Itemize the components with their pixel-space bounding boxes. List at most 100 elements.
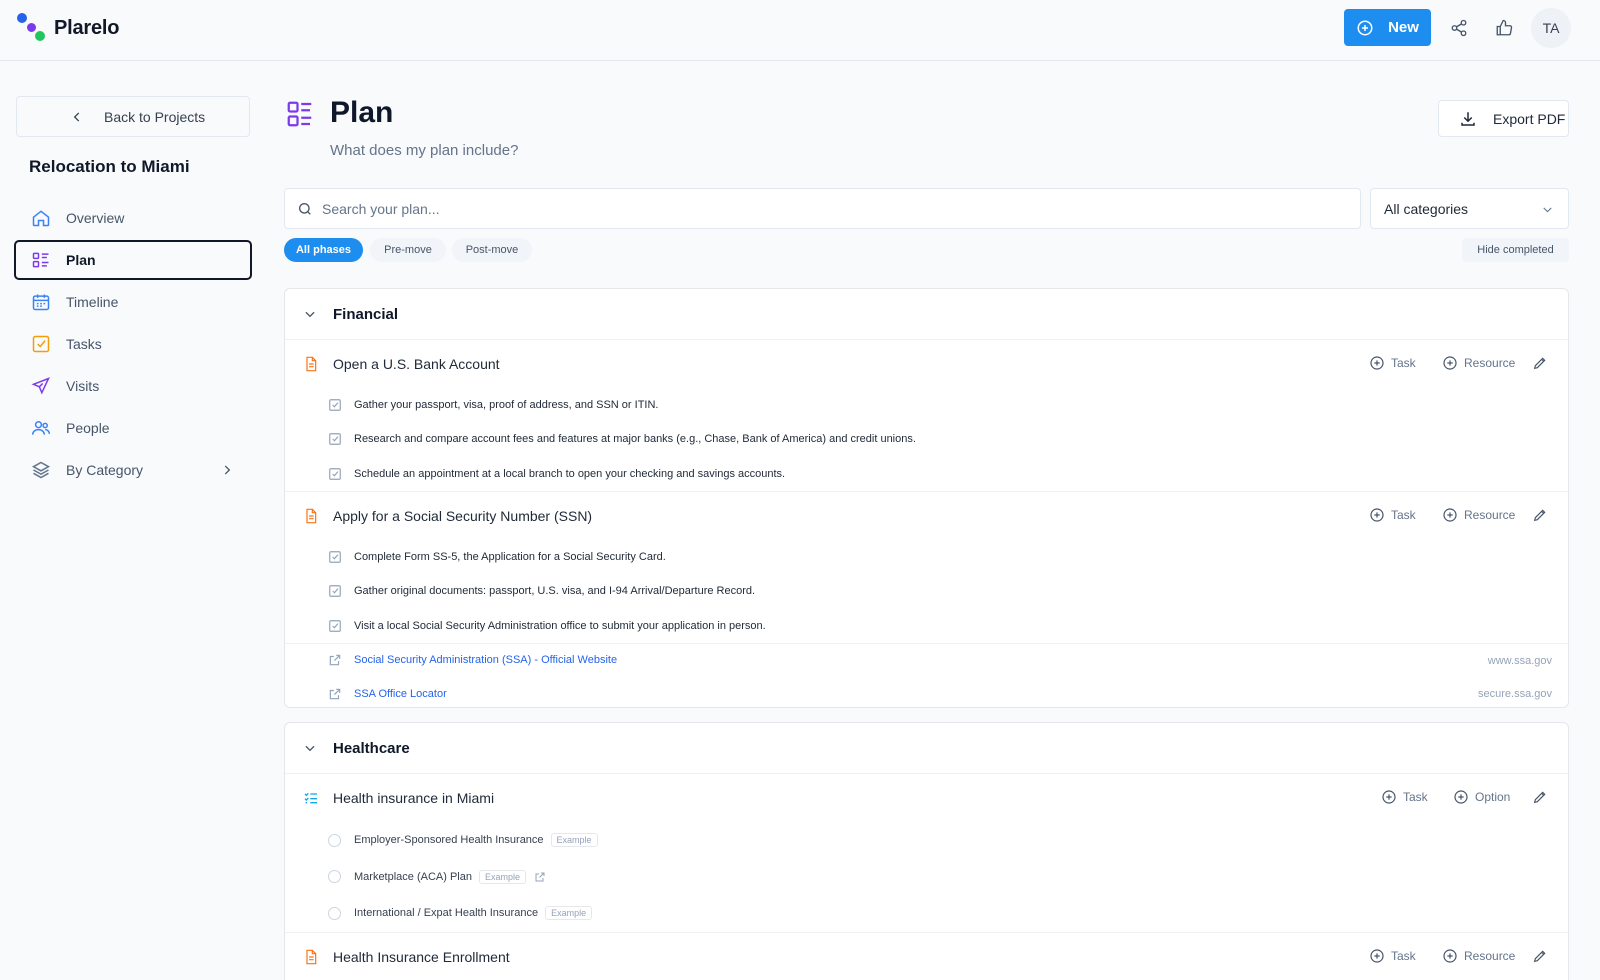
plus-circle-icon	[1370, 508, 1384, 522]
pencil-icon[interactable]	[1532, 789, 1548, 805]
task-row[interactable]: Schedule an appointment at a local branc…	[285, 457, 1568, 491]
sidebar-item-overview[interactable]: Overview	[14, 198, 252, 238]
option-row[interactable]: Employer-Sponsored Health Insurance Exam…	[285, 822, 1568, 859]
resource-row[interactable]: Social Security Administration (SSA) - O…	[285, 642, 1568, 677]
add-task-label: Task	[1403, 790, 1428, 804]
plus-circle-icon	[1382, 790, 1396, 804]
phase-chip-pre-move[interactable]: Pre-move	[370, 238, 446, 262]
plan-item-title: Health Insurance Enrollment	[333, 948, 510, 965]
sidebar-item-plan[interactable]: Plan	[14, 240, 252, 280]
section-header-financial[interactable]: Financial	[285, 289, 1568, 340]
phase-chip-all[interactable]: All phases	[284, 238, 363, 262]
pencil-icon[interactable]	[1532, 507, 1548, 523]
sidebar-item-by-category[interactable]: By Category	[14, 450, 252, 490]
add-task-button[interactable]: Task	[1369, 355, 1416, 371]
sidebar-item-label: Timeline	[66, 294, 119, 310]
add-task-button[interactable]: Task	[1369, 948, 1416, 964]
add-option-label: Option	[1475, 790, 1511, 804]
checkbox-icon[interactable]	[328, 432, 342, 446]
resource-link[interactable]: Social Security Administration (SSA) - O…	[354, 654, 617, 666]
sidebar-item-timeline[interactable]: Timeline	[14, 282, 252, 322]
hide-completed-toggle[interactable]: Hide completed	[1462, 238, 1569, 262]
add-resource-button[interactable]: Resource	[1442, 948, 1515, 964]
external-link-icon[interactable]	[534, 871, 546, 883]
plan-list-icon	[285, 99, 315, 129]
radio-button[interactable]	[328, 870, 341, 884]
example-tag: Example	[479, 869, 527, 884]
task-row[interactable]: Gather your passport, visa, proof of add…	[285, 388, 1568, 422]
radio-button[interactable]	[328, 906, 341, 920]
chevron-right-icon	[224, 465, 231, 475]
list-icon	[30, 249, 52, 271]
checkbox-icon[interactable]	[328, 550, 342, 564]
checkbox-icon[interactable]	[328, 584, 342, 598]
export-pdf-label: Export PDF	[1493, 110, 1566, 127]
plus-circle-icon	[1443, 948, 1457, 963]
option-row[interactable]: Marketplace (ACA) Plan Example	[285, 859, 1568, 896]
resource-row[interactable]: SSA Office Locator secure.ssa.gov	[285, 677, 1568, 707]
plan-item[interactable]: Health insurance in Miami Task Option	[285, 774, 1568, 822]
export-pdf-button[interactable]: Export PDF	[1438, 100, 1569, 137]
search-box	[284, 188, 1361, 229]
plan-item-title: Apply for a Social Security Number (SSN)	[333, 507, 593, 524]
add-option-button[interactable]: Option	[1453, 789, 1510, 805]
section-title: Healthcare	[333, 739, 410, 757]
phase-chip-post-move[interactable]: Post-move	[452, 238, 532, 262]
share-icon[interactable]	[1447, 16, 1471, 40]
category-select[interactable]: All categories	[1370, 188, 1569, 229]
category-select-value: All categories	[1384, 200, 1469, 217]
section-header-healthcare[interactable]: Healthcare	[285, 723, 1568, 774]
check-square-icon	[30, 333, 52, 355]
add-resource-button[interactable]: Resource	[1442, 507, 1515, 523]
resource-link[interactable]: SSA Office Locator	[354, 688, 447, 700]
thumbs-up-icon[interactable]	[1492, 16, 1516, 40]
search-input[interactable]	[322, 200, 1222, 217]
add-resource-label: Resource	[1464, 356, 1516, 370]
sidebar-item-label: By Category	[66, 462, 144, 478]
plan-item[interactable]: Health Insurance Enrollment Task Resourc…	[285, 933, 1568, 980]
plan-item[interactable]: Apply for a Social Security Number (SSN)…	[285, 492, 1568, 540]
logo[interactable]: Plarelo	[16, 12, 120, 44]
task-row[interactable]: Gather original documents: passport, U.S…	[285, 574, 1568, 608]
chevron-left-icon	[73, 111, 80, 122]
plus-circle-icon	[1443, 508, 1457, 522]
avatar[interactable]: TA	[1531, 8, 1571, 48]
sidebar-item-visits[interactable]: Visits	[14, 366, 252, 406]
task-text: Research and compare account fees and fe…	[354, 433, 916, 446]
back-to-projects-button[interactable]: Back to Projects	[16, 96, 250, 137]
checkbox-icon[interactable]	[328, 398, 342, 412]
plan-item[interactable]: Open a U.S. Bank Account Task Resource	[285, 340, 1568, 388]
sidebar-item-label: Overview	[66, 210, 125, 226]
project-title: Relocation to Miami	[29, 157, 190, 176]
task-text: Complete Form SS-5, the Application for …	[354, 551, 666, 564]
sidebar-item-tasks[interactable]: Tasks	[14, 324, 252, 364]
add-resource-button[interactable]: Resource	[1442, 355, 1515, 371]
page-subtitle: What does my plan include?	[330, 142, 519, 159]
document-icon	[303, 356, 319, 372]
task-text: Schedule an appointment at a local branc…	[354, 467, 786, 480]
search-icon	[299, 202, 311, 215]
external-link-icon	[328, 687, 342, 701]
chevron-down-icon	[305, 311, 315, 318]
example-tag: Example	[550, 833, 598, 848]
section-title: Financial	[333, 305, 399, 323]
sidebar-item-people[interactable]: People	[14, 408, 252, 448]
option-row[interactable]: International / Expat Health Insurance E…	[285, 895, 1568, 932]
task-row[interactable]: Visit a local Social Security Administra…	[285, 608, 1568, 642]
task-row[interactable]: Research and compare account fees and fe…	[285, 422, 1568, 456]
external-link-icon	[328, 653, 342, 667]
page-title: Plan	[330, 96, 394, 129]
checkbox-icon[interactable]	[328, 619, 342, 633]
pencil-icon[interactable]	[1532, 355, 1548, 371]
add-task-button[interactable]: Task	[1381, 789, 1428, 805]
add-task-label: Task	[1391, 356, 1416, 370]
top-bar: Plarelo New TA	[0, 0, 1600, 61]
task-row[interactable]: Complete Form SS-5, the Application for …	[285, 540, 1568, 574]
pencil-icon[interactable]	[1532, 948, 1548, 964]
new-button[interactable]: New	[1344, 9, 1431, 46]
add-resource-label: Resource	[1464, 507, 1516, 522]
radio-button[interactable]	[328, 833, 341, 847]
option-label: Employer-Sponsored Health Insurance	[354, 834, 544, 847]
checkbox-icon[interactable]	[328, 467, 342, 481]
add-task-button[interactable]: Task	[1369, 507, 1416, 523]
